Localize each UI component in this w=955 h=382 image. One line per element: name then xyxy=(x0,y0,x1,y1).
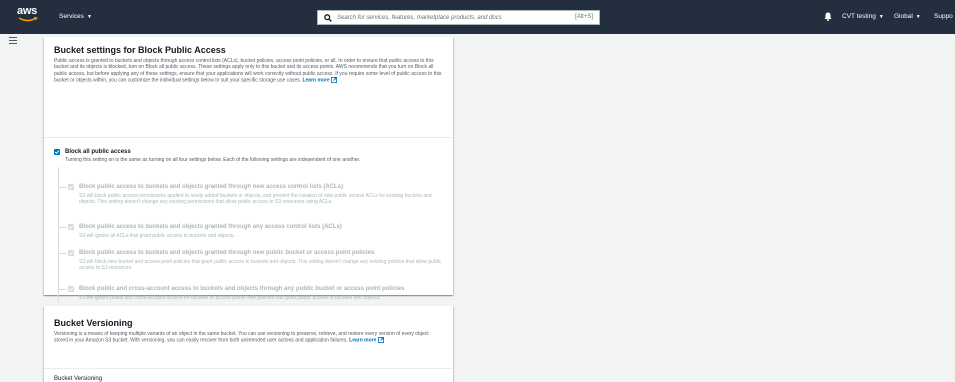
block-all-public-access-option: Block all public access Turning this set… xyxy=(54,149,360,163)
option-label: Block public access to buckets and objec… xyxy=(79,250,375,256)
hamburger-menu-icon[interactable] xyxy=(9,37,17,45)
option-description: S3 will block public access permissions … xyxy=(79,193,432,205)
check-icon xyxy=(68,185,74,190)
region-menu[interactable]: Global ▼ xyxy=(894,13,921,20)
account-label: CVT testing xyxy=(842,13,876,20)
option-description: S3 will ignore public and cross-account … xyxy=(79,295,381,301)
option-label: Block public and cross-account access to… xyxy=(79,286,405,292)
services-menu[interactable]: Services ▼ xyxy=(59,13,92,20)
search-bar[interactable]: Search for services, features, marketpla… xyxy=(317,10,600,25)
block-new-policies-option: Block public access to buckets and objec… xyxy=(58,250,444,271)
caret-down-icon: ▼ xyxy=(878,13,884,20)
check-icon xyxy=(54,150,60,155)
services-label: Services xyxy=(59,13,84,20)
aws-logo[interactable]: aws xyxy=(17,5,45,29)
block-any-policies-option: Block public and cross-account access to… xyxy=(58,286,444,301)
panel-description: Public access is granted to buckets and … xyxy=(54,58,443,84)
account-menu[interactable]: CVT testing ▼ xyxy=(842,13,884,20)
bucket-versioning-panel: Bucket Versioning Versioning is a means … xyxy=(44,306,453,382)
top-navigation-bar: aws Services ▼ Search for services, feat… xyxy=(0,0,955,34)
learn-more-link[interactable]: Learn more xyxy=(349,338,376,344)
option-description: S3 will ignore all ACLs that grant publi… xyxy=(79,233,235,239)
block-all-checkbox[interactable] xyxy=(54,149,60,155)
panel-title: Bucket Versioning xyxy=(54,318,133,328)
region-label: Global xyxy=(894,13,913,20)
aws-logo-text: aws xyxy=(17,5,37,17)
block-public-access-panel: Bucket settings for Block Public Access … xyxy=(44,37,453,301)
external-link-icon xyxy=(377,337,384,344)
block-new-acls-option: Block public access to buckets and objec… xyxy=(58,184,444,205)
panel-description: Versioning is a means of keeping multipl… xyxy=(54,331,443,344)
aws-smile-icon xyxy=(18,17,38,22)
support-menu[interactable]: Suppo xyxy=(934,13,953,20)
option-description: S3 will block new bucket and access poin… xyxy=(79,259,442,271)
block-new-acls-checkbox[interactable] xyxy=(68,184,74,190)
caret-down-icon: ▼ xyxy=(915,13,921,20)
caret-down-icon: ▼ xyxy=(86,13,92,20)
option-label: Block public access to buckets and objec… xyxy=(79,224,342,230)
description-text: Public access is granted to buckets and … xyxy=(54,58,442,84)
check-icon xyxy=(68,251,74,256)
support-label: Suppo xyxy=(934,13,953,20)
bucket-versioning-field-label: Bucket Versioning xyxy=(54,376,103,382)
bell-icon[interactable] xyxy=(824,12,832,21)
learn-more-link[interactable]: Learn more xyxy=(302,78,329,84)
search-shortcut-hint: [Alt+S] xyxy=(575,14,593,20)
block-any-acls-checkbox[interactable] xyxy=(68,224,74,230)
option-label: Block public access to buckets and objec… xyxy=(79,184,344,190)
check-icon xyxy=(68,225,74,230)
block-new-policies-checkbox[interactable] xyxy=(68,250,74,256)
search-icon xyxy=(324,13,332,22)
block-any-policies-checkbox[interactable] xyxy=(68,286,74,292)
option-label: Block all public access xyxy=(65,149,131,155)
external-link-icon xyxy=(331,77,338,84)
block-any-acls-option: Block public access to buckets and objec… xyxy=(58,224,444,239)
search-placeholder: Search for services, features, marketpla… xyxy=(337,14,502,21)
check-icon xyxy=(68,287,74,292)
option-description: Turning this setting on is the same as t… xyxy=(65,157,361,163)
panel-title: Bucket settings for Block Public Access xyxy=(54,45,226,55)
